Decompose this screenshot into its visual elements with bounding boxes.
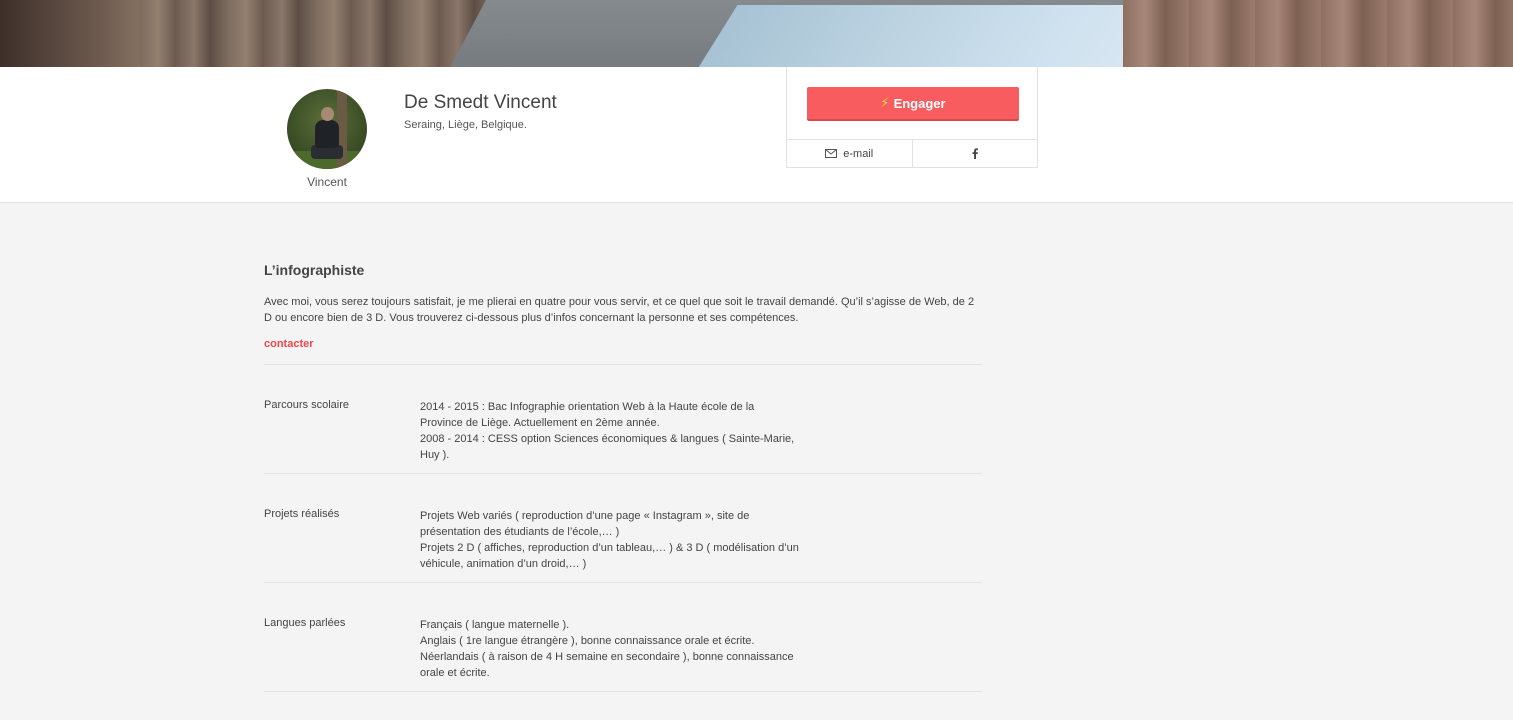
detail-text: Projets Web variés ( reproduction d’une … bbox=[420, 508, 820, 572]
cover-wood-left bbox=[0, 0, 140, 67]
avatar-body bbox=[315, 120, 339, 148]
contact-link[interactable]: contacter bbox=[264, 338, 314, 350]
detail-line: présentation des étudiants de l’école,… … bbox=[420, 526, 620, 538]
detail-label: Projets réalisés bbox=[264, 508, 340, 520]
detail-line: Huy ). bbox=[420, 449, 450, 461]
divider bbox=[264, 582, 982, 583]
detail-label: Parcours scolaire bbox=[264, 399, 349, 411]
engage-button[interactable]: ⚡︎ Engager bbox=[807, 87, 1019, 121]
detail-line: Projets 2 D ( affiches, reproduction d’u… bbox=[420, 542, 799, 554]
profile-header: Vincent De Smedt Vincent Seraing, Liège,… bbox=[0, 67, 1513, 203]
detail-line: véhicule, animation d’un droid,… ) bbox=[420, 558, 587, 570]
detail-line: Néerlandais ( à raison de 4 H semaine en… bbox=[420, 651, 794, 663]
detail-text: 2014 - 2015 : Bac Infographie orientatio… bbox=[420, 399, 820, 463]
detail-line: orale et écrite. bbox=[420, 667, 490, 679]
avatar bbox=[287, 89, 367, 169]
profile-name: De Smedt Vincent bbox=[404, 92, 557, 113]
divider bbox=[264, 364, 982, 365]
detail-line: Province de Liège. Actuellement en 2ème … bbox=[420, 417, 660, 429]
divider bbox=[264, 691, 982, 692]
profile-location: Seraing, Liège, Belgique. bbox=[404, 119, 527, 131]
section-title: L’infographiste bbox=[264, 262, 365, 278]
facebook-icon bbox=[972, 148, 978, 159]
engage-label: Engager bbox=[893, 95, 946, 111]
detail-line: Projets Web variés ( reproduction d’une … bbox=[420, 510, 750, 522]
intro-text: Avec moi, vous serez toujours satisfait,… bbox=[264, 296, 975, 324]
action-box: ⚡︎ Engager e-mail bbox=[786, 67, 1038, 168]
cover-banner bbox=[0, 0, 1513, 67]
avatar-caption: Vincent bbox=[307, 175, 347, 189]
email-label: e-mail bbox=[843, 147, 874, 160]
bolt-icon: ⚡︎ bbox=[880, 95, 890, 110]
facebook-button[interactable] bbox=[911, 140, 1038, 167]
email-button[interactable]: e-mail bbox=[787, 140, 912, 167]
social-row: e-mail bbox=[787, 139, 1037, 167]
detail-line: 2014 - 2015 : Bac Infographie orientatio… bbox=[420, 401, 755, 413]
detail-text: Français ( langue maternelle ). Anglais … bbox=[420, 617, 820, 681]
envelope-icon bbox=[825, 149, 838, 158]
cover-wood-right bbox=[1123, 0, 1513, 67]
detail-label: Langues parlées bbox=[264, 617, 346, 629]
detail-line: 2008 - 2014 : CESS option Sciences écono… bbox=[420, 433, 795, 445]
detail-line: Anglais ( 1re langue étrangère ), bonne … bbox=[420, 635, 755, 647]
detail-line: Français ( langue maternelle ). bbox=[420, 619, 570, 631]
divider bbox=[264, 473, 982, 474]
avatar-head bbox=[321, 107, 334, 121]
